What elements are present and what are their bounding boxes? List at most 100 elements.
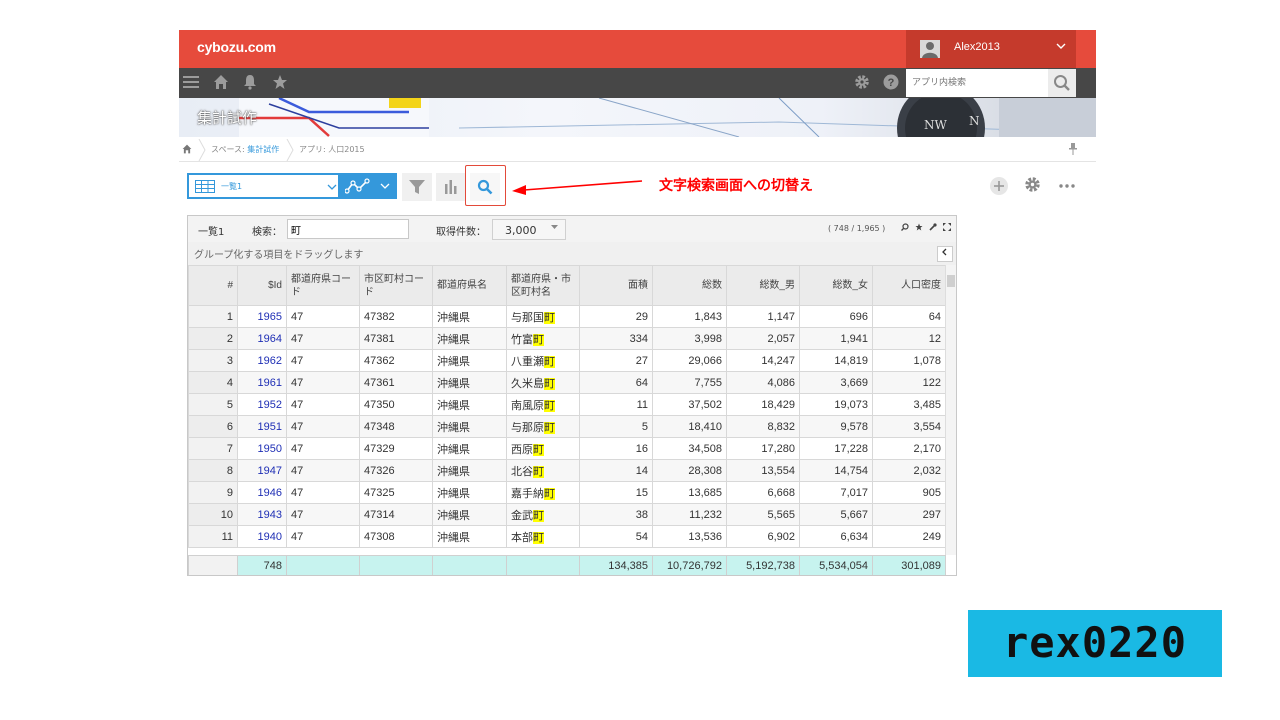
column-header-pref-name[interactable]: 都道府県名: [432, 265, 507, 306]
home-icon[interactable]: [213, 74, 229, 94]
chevron-left-icon: [942, 248, 947, 256]
record-id-link[interactable]: 1946: [237, 481, 287, 504]
filter-button[interactable]: [402, 173, 432, 201]
summary-male: 5,192,738: [726, 555, 800, 575]
column-header-total[interactable]: 総数: [652, 265, 727, 306]
cybozu-logo[interactable]: cybozu.com: [197, 39, 276, 55]
scrollbar-thumb[interactable]: [947, 275, 955, 287]
user-menu[interactable]: Alex2013: [906, 30, 1076, 68]
table-row[interactable]: 4 1961 47 47361 沖縄県 久米島町 64 7,755 4,086 3,669 122: [188, 371, 946, 394]
record-id-link[interactable]: 1965: [237, 305, 287, 328]
bell-icon[interactable]: [242, 74, 258, 94]
record-id-link[interactable]: 1950: [237, 437, 287, 460]
search-match-highlight: 町: [533, 465, 544, 478]
column-header-female[interactable]: 総数_女: [799, 265, 873, 306]
column-header-id[interactable]: $Id: [237, 265, 287, 306]
top-header: cybozu.com Alex2013: [179, 30, 1096, 68]
table-row[interactable]: 8 1947 47 47326 沖縄県 北谷町 14 28,308 13,554 14,754 2,…: [188, 459, 946, 482]
record-id-link[interactable]: 1961: [237, 371, 287, 394]
record-id-link[interactable]: 1952: [237, 393, 287, 416]
total-cell: 11,232: [652, 503, 727, 526]
table-row[interactable]: 11 1940 47 47308 沖縄県 本部町 54 13,536 6,902 6,634 249: [188, 525, 946, 548]
fetch-count-select[interactable]: 3,000: [492, 219, 566, 240]
table-row[interactable]: 2 1964 47 47381 沖縄県 竹富町 334 3,998 2,057 1,941 12: [188, 327, 946, 350]
pref-code-cell: 47: [286, 415, 360, 438]
star-icon[interactable]: [915, 223, 923, 233]
male-cell: 5,565: [726, 503, 800, 526]
area-cell: 14: [579, 459, 653, 482]
collapse-panel-button[interactable]: [937, 246, 953, 262]
record-id-link[interactable]: 1940: [237, 525, 287, 548]
callout-text: 文字検索画面への切替え: [659, 178, 813, 194]
wrench-icon[interactable]: [929, 223, 937, 233]
help-icon[interactable]: ?: [883, 74, 899, 94]
row-number: 3: [188, 349, 238, 372]
record-id-link[interactable]: 1947: [237, 459, 287, 482]
text-search-input[interactable]: [287, 219, 409, 239]
city-name-cell: 本部町: [506, 525, 580, 548]
app-search-button[interactable]: [1048, 69, 1076, 97]
city-code-cell: 47329: [359, 437, 433, 460]
record-id-link[interactable]: 1962: [237, 349, 287, 372]
gear-icon[interactable]: [854, 74, 870, 94]
home-icon[interactable]: [182, 144, 192, 156]
table-row[interactable]: 5 1952 47 47350 沖縄県 南風原町 11 37,502 18,429 19,073 3…: [188, 393, 946, 416]
summary-female: 5,534,054: [799, 555, 873, 575]
table-row[interactable]: 3 1962 47 47362 沖縄県 八重瀬町 27 29,066 14,247 14,819 1…: [188, 349, 946, 372]
column-header-pref-code[interactable]: 都道府県コード: [286, 265, 360, 306]
user-name: Alex2013: [954, 41, 1000, 53]
table-row[interactable]: 1 1965 47 47382 沖縄県 与那国町 29 1,843 1,147 696 64: [188, 305, 946, 328]
more-options-button[interactable]: [1058, 176, 1076, 197]
total-cell: 28,308: [652, 459, 727, 482]
density-cell: 1,078: [872, 349, 946, 372]
column-header-rownum[interactable]: #: [188, 265, 238, 306]
row-number: 2: [188, 327, 238, 350]
group-drop-area[interactable]: グループ化する項目をドラッグします: [188, 242, 956, 266]
column-header-city-name[interactable]: 都道府県・市区町村名: [506, 265, 580, 306]
view-selector[interactable]: 一覧1: [187, 173, 340, 199]
table-row[interactable]: 9 1946 47 47325 沖縄県 嘉手納町 15 13,685 6,668 7,017 905: [188, 481, 946, 504]
column-header-city-code[interactable]: 市区町村コード: [359, 265, 433, 306]
star-icon[interactable]: [272, 74, 288, 94]
total-cell: 3,998: [652, 327, 727, 350]
column-header-density[interactable]: 人口密度: [872, 265, 946, 306]
table-row[interactable]: 7 1950 47 47329 沖縄県 西原町 16 34,508 17,280 17,228 2,…: [188, 437, 946, 460]
watermark-text: rex0220: [1002, 618, 1187, 667]
app-settings-button[interactable]: [1024, 176, 1041, 198]
row-number: 8: [188, 459, 238, 482]
column-header-male[interactable]: 総数_男: [726, 265, 800, 306]
city-code-cell: 47326: [359, 459, 433, 482]
area-cell: 16: [579, 437, 653, 460]
column-header-area[interactable]: 面積: [579, 265, 653, 306]
pin-icon[interactable]: [1068, 143, 1078, 157]
chevron-down-icon[interactable]: [1056, 41, 1066, 54]
zoom-icon[interactable]: [901, 223, 909, 233]
female-cell: 7,017: [799, 481, 873, 504]
record-id-link[interactable]: 1951: [237, 415, 287, 438]
city-name-text: 与那原: [511, 421, 544, 434]
app-search-input[interactable]: [906, 69, 1048, 97]
breadcrumb-space[interactable]: スペース: 集計試作: [211, 144, 279, 155]
chart-button[interactable]: [436, 173, 466, 201]
add-record-button[interactable]: [990, 177, 1008, 195]
menu-icon[interactable]: [183, 74, 199, 94]
city-name-text: 竹富: [511, 333, 533, 346]
table-header-row: # $Id 都道府県コード 市区町村コード 都道府県名 都道府県・市区町村名 面…: [188, 265, 946, 306]
expand-icon[interactable]: [943, 223, 951, 233]
table-row[interactable]: 6 1951 47 47348 沖縄県 与那原町 5 18,410 8,832 9,578 3,55…: [188, 415, 946, 438]
record-id-link[interactable]: 1964: [237, 327, 287, 350]
pref-name-cell: 沖縄県: [432, 349, 507, 372]
table-view-icon: [195, 180, 215, 193]
search-match-highlight: 町: [544, 487, 555, 500]
summary-empty: [359, 555, 433, 575]
record-id-link[interactable]: 1943: [237, 503, 287, 526]
area-cell: 27: [579, 349, 653, 372]
table-row[interactable]: 10 1943 47 47314 沖縄県 金武町 38 11,232 5,565 5,667 297: [188, 503, 946, 526]
city-name-text: 本部: [511, 531, 533, 544]
density-cell: 249: [872, 525, 946, 548]
vertical-scrollbar[interactable]: [945, 265, 956, 555]
breadcrumb-space-name[interactable]: 集計試作: [247, 145, 279, 154]
male-cell: 6,668: [726, 481, 800, 504]
graph-view-button[interactable]: [340, 173, 397, 199]
city-name-text: 西原: [511, 443, 533, 456]
